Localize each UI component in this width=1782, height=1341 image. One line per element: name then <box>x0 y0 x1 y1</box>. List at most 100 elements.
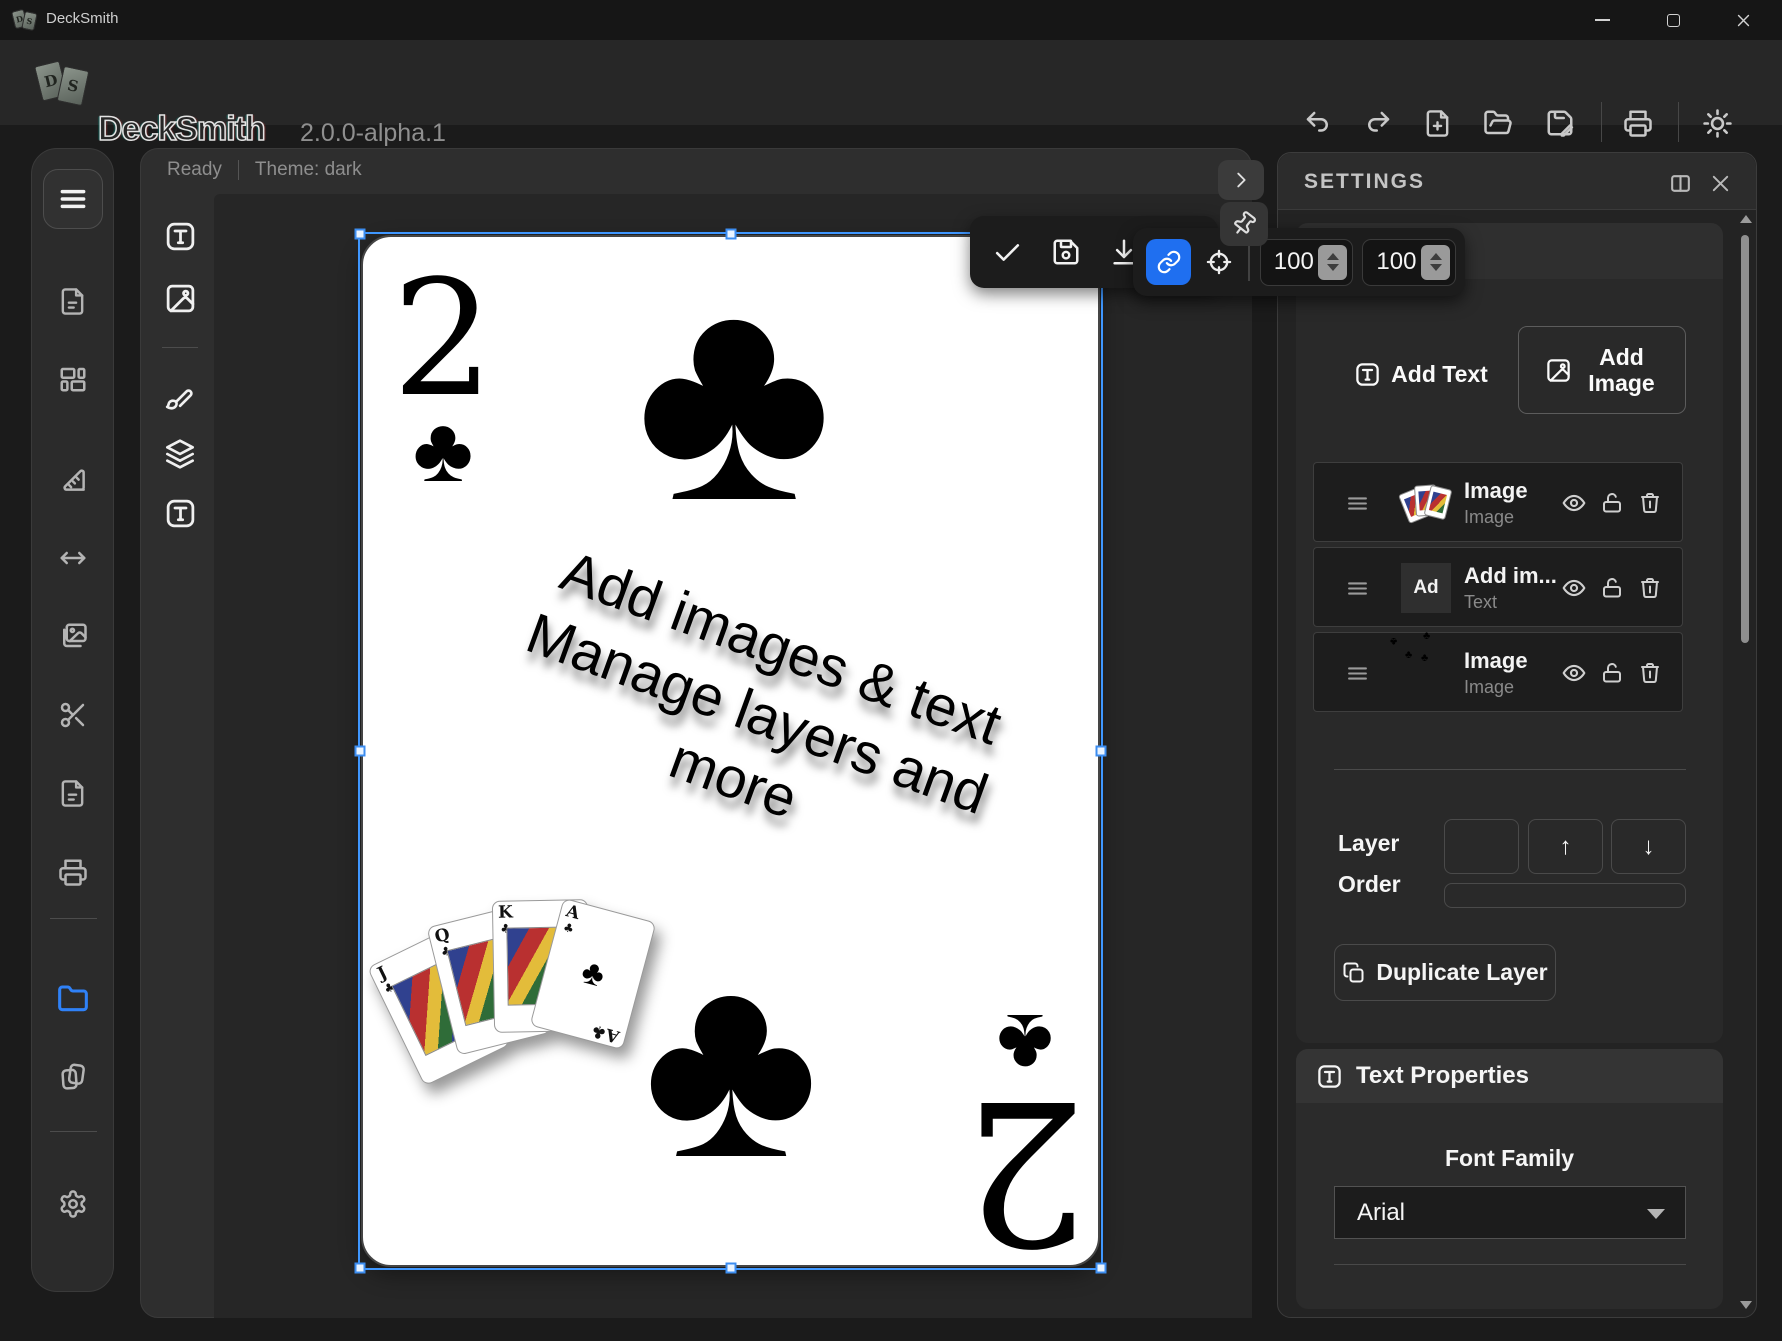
delete-layer-button[interactable] <box>1636 574 1664 602</box>
redo-icon <box>1369 113 1388 131</box>
height-stepper[interactable] <box>1421 245 1450 280</box>
sidebar-item-cut[interactable] <box>51 693 95 737</box>
trash-icon <box>1642 494 1658 512</box>
stepper-up-icon[interactable] <box>1327 253 1339 260</box>
scrollbar-thumb[interactable] <box>1741 235 1749 643</box>
resize-handle-w[interactable] <box>355 746 366 757</box>
text-properties-header: Text Properties <box>1296 1049 1723 1103</box>
center-target-button[interactable] <box>1197 240 1240 284</box>
font-family-select[interactable]: Arial <box>1334 1186 1686 1239</box>
menu-button[interactable] <box>43 169 103 229</box>
visibility-toggle[interactable] <box>1560 489 1588 517</box>
pin-button[interactable] <box>1220 202 1268 246</box>
eye-icon <box>1564 496 1585 510</box>
save-edit-icon <box>1549 112 1572 136</box>
sun-icon <box>1704 110 1730 136</box>
move-layer-down-button[interactable]: ↓ <box>1611 819 1686 874</box>
resize-handle-s[interactable] <box>725 1263 736 1274</box>
minimize-button[interactable] <box>1577 0 1627 40</box>
sidebar-item-print[interactable] <box>51 850 95 894</box>
sidebar-item-decks[interactable] <box>51 1055 95 1099</box>
resize-handle-nw[interactable] <box>355 229 366 240</box>
confirm-button[interactable] <box>992 237 1023 268</box>
sidebar-item-settings[interactable] <box>51 1182 95 1226</box>
sidebar-item-measure[interactable] <box>51 457 95 501</box>
sidebar-item-gallery[interactable] <box>51 614 95 658</box>
scroll-down-icon[interactable] <box>1740 1301 1752 1309</box>
sidebar-item-document[interactable] <box>51 279 95 323</box>
lock-toggle[interactable] <box>1598 489 1626 517</box>
layers-section: Add Text Add Image Image Image <box>1296 223 1723 1043</box>
drag-handle-icon[interactable] <box>1344 575 1371 602</box>
resize-handle-se[interactable] <box>1096 1263 1107 1274</box>
eye-icon <box>1564 581 1585 595</box>
save-project-button[interactable] <box>1543 106 1577 140</box>
collapse-panel-button[interactable] <box>1218 160 1264 200</box>
theme-text: Theme: dark <box>255 159 362 181</box>
lock-toggle[interactable] <box>1598 574 1626 602</box>
layer-order-extra-button[interactable] <box>1444 819 1519 874</box>
file-text-icon <box>63 289 82 313</box>
sidebar-item-layout[interactable] <box>51 357 95 401</box>
drag-handle-icon[interactable] <box>1344 660 1371 687</box>
floppy-icon <box>1055 241 1078 264</box>
scroll-up-icon[interactable] <box>1740 215 1752 223</box>
close-panel-button[interactable] <box>1706 169 1734 197</box>
unlock-icon <box>1604 579 1620 596</box>
drag-handle-icon[interactable] <box>1344 490 1371 517</box>
stepper-down-icon[interactable] <box>1430 264 1442 271</box>
layer-row-text[interactable]: Ad Add im... Text <box>1313 547 1683 627</box>
undo-button[interactable] <box>1301 106 1335 140</box>
stepper-down-icon[interactable] <box>1327 264 1339 271</box>
check-icon <box>997 245 1018 259</box>
save-layer-button[interactable] <box>1051 237 1081 267</box>
theme-toggle-button[interactable] <box>1700 106 1734 140</box>
resize-handle-sw[interactable] <box>355 1263 366 1274</box>
lock-toggle[interactable] <box>1598 659 1626 687</box>
app-header: D S DeckSmith 2.0.0-alpha.1 <box>0 40 1782 125</box>
visibility-toggle[interactable] <box>1560 659 1588 687</box>
trash-icon <box>1642 579 1658 597</box>
redo-button[interactable] <box>1361 106 1395 140</box>
sidebar-item-file[interactable] <box>51 771 95 815</box>
visibility-toggle[interactable] <box>1560 574 1588 602</box>
link-dimensions-button[interactable] <box>1146 239 1191 285</box>
move-layer-up-button[interactable]: ↑ <box>1528 819 1603 874</box>
tool-divider <box>162 347 198 348</box>
maximize-button[interactable] <box>1648 0 1698 40</box>
tool-add-text[interactable] <box>161 217 199 255</box>
close-button[interactable] <box>1718 0 1768 40</box>
tool-layers[interactable] <box>161 435 199 473</box>
add-image-button[interactable]: Add Image <box>1518 326 1686 414</box>
settings-scrollbar[interactable] <box>1739 213 1751 1311</box>
tool-brush[interactable] <box>161 379 199 417</box>
layer-order-bar[interactable] <box>1444 883 1686 908</box>
resize-handle-e[interactable] <box>1096 746 1107 757</box>
dock-panel-button[interactable] <box>1666 169 1694 197</box>
width-stepper[interactable] <box>1318 245 1347 280</box>
target-icon <box>1208 251 1230 273</box>
print-button[interactable] <box>1621 106 1655 140</box>
sidebar-item-projects-active[interactable] <box>51 977 95 1021</box>
add-text-button[interactable]: Add Text <box>1336 339 1506 409</box>
width-input[interactable]: 100 <box>1260 239 1354 286</box>
app-version: 2.0.0-alpha.1 <box>300 119 446 148</box>
height-input[interactable]: 100 <box>1362 239 1456 286</box>
pin-icon <box>1231 211 1256 237</box>
resize-handle-n[interactable] <box>725 229 736 240</box>
layer-row-image-card[interactable]: ♣ ♣ ♣ ♣ Image Image <box>1313 632 1683 712</box>
stepper-up-icon[interactable] <box>1430 253 1442 260</box>
layer-row-image-fan[interactable]: Image Image <box>1313 462 1683 542</box>
printer-icon <box>1626 112 1651 136</box>
new-file-button[interactable] <box>1420 106 1454 140</box>
delete-layer-button[interactable] <box>1636 489 1664 517</box>
arrow-down-icon: ↓ <box>1643 833 1655 861</box>
layout-dashboard-icon <box>61 369 84 390</box>
tool-text-2[interactable] <box>161 494 199 532</box>
delete-layer-button[interactable] <box>1636 659 1664 687</box>
open-project-button[interactable] <box>1481 106 1515 140</box>
sidebar-item-resize[interactable] <box>51 536 95 580</box>
window-title: DeckSmith <box>46 10 119 27</box>
tool-add-image[interactable] <box>161 279 199 317</box>
duplicate-layer-button[interactable]: Duplicate Layer <box>1334 944 1556 1001</box>
